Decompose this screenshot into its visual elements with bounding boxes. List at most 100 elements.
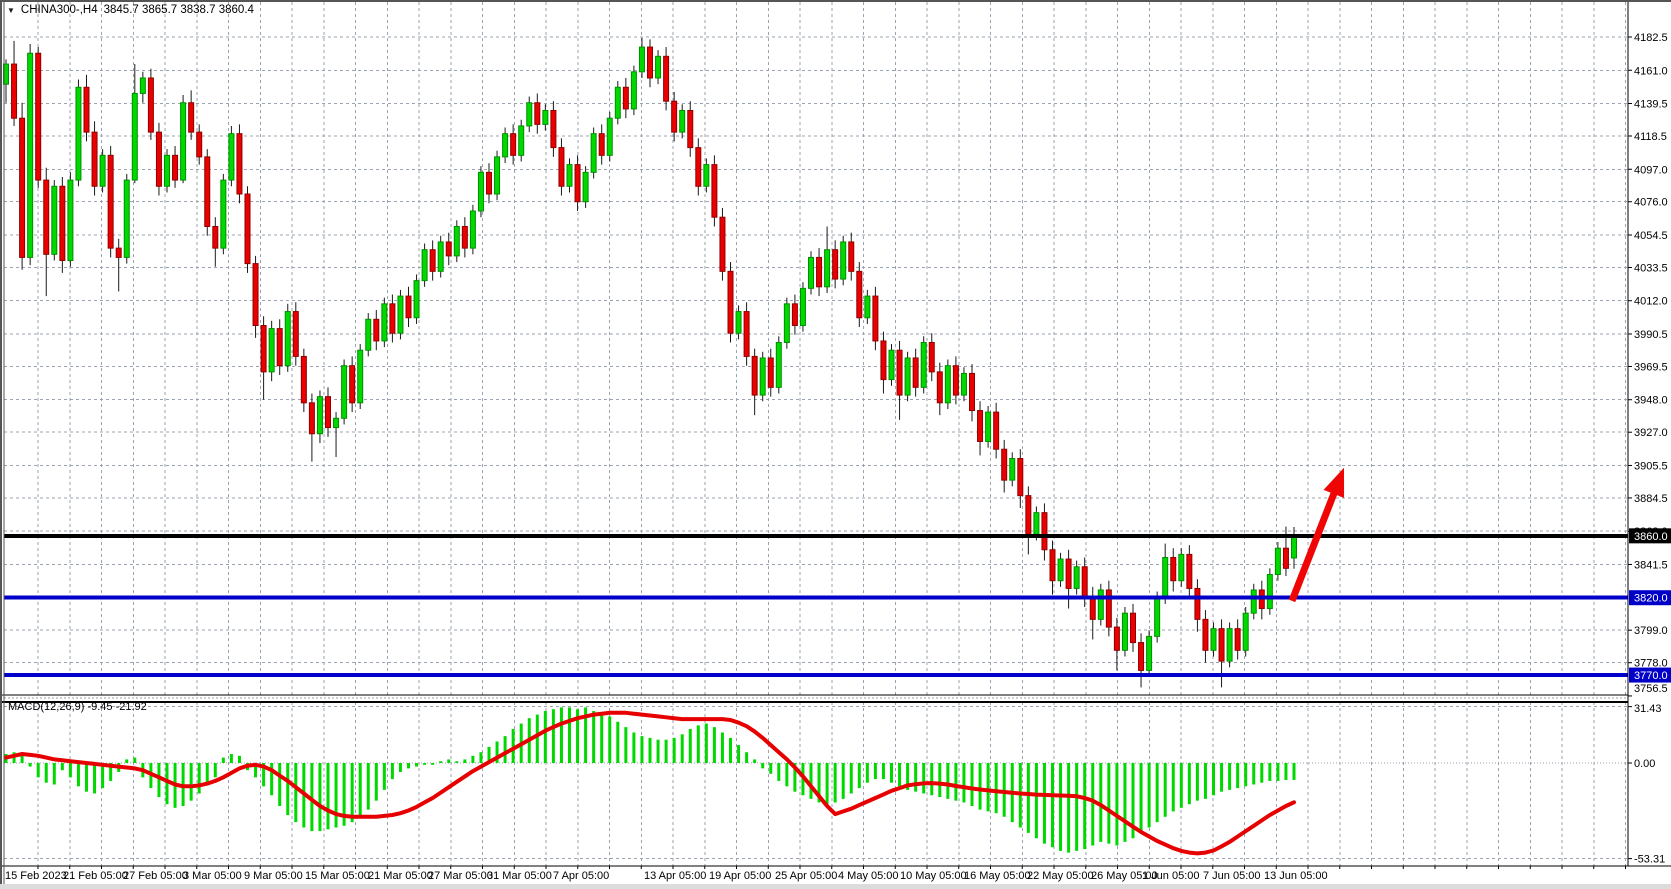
arrow-head[interactable] [1324, 468, 1344, 498]
bear-candle-body [12, 64, 17, 118]
bear-candle-body [728, 271, 733, 333]
bull-candle-body [478, 172, 483, 211]
bear-candle-body [1066, 559, 1071, 588]
bull-candle-body [229, 134, 234, 180]
time-tick-label: 13 Apr 05:00 [644, 870, 706, 882]
time-tick-label: 15 Feb 2023 [5, 870, 67, 882]
bull-candle-body [414, 281, 419, 318]
bear-candle-body [350, 366, 355, 403]
bull-candle-body [776, 342, 781, 387]
bear-candle-body [430, 250, 435, 272]
bull-candle-body [945, 366, 950, 403]
macd-panel [6, 707, 1294, 853]
bull-candle-body [889, 350, 894, 379]
bull-candle-body [342, 366, 347, 419]
hline-price-flag-text: 3820.0 [1634, 593, 1668, 605]
bear-candle-body [301, 356, 306, 402]
price-tick-label: 3990.5 [1634, 329, 1668, 341]
price-axis[interactable]: 4182.54161.04139.54118.54097.04076.04054… [1628, 32, 1671, 696]
bull-candle-body [607, 118, 612, 155]
symbol-dropdown-icon[interactable]: ▼ [7, 6, 15, 15]
candlestick-series [4, 38, 1297, 688]
time-tick-label: 21 Mar 05:00 [368, 870, 433, 882]
bear-candle-body [148, 78, 153, 132]
bear-candle-body [897, 350, 902, 395]
bear-candle-body [672, 101, 677, 132]
bear-candle-body [374, 319, 379, 341]
bear-candle-body [20, 118, 25, 257]
grid-lines [4, 2, 1628, 866]
macd-tick-label: -53.31 [1634, 854, 1665, 866]
bull-candle-body [809, 257, 814, 288]
price-tick-label: 3884.5 [1634, 493, 1668, 505]
price-tick-label: 3969.5 [1634, 361, 1668, 373]
bull-candle-body [615, 87, 620, 118]
time-tick-label: 16 May 05:00 [964, 870, 1031, 882]
bull-candle-body [639, 47, 644, 72]
macd-axis[interactable]: 31.430.00-53.31 [1628, 703, 1665, 866]
bull-candle-body [76, 87, 81, 180]
bull-candle-body [100, 155, 105, 186]
time-tick-label: 31 Mar 05:00 [487, 870, 552, 882]
bull-candle-body [986, 412, 991, 441]
time-tick-label: 1 Jun 05:00 [1142, 870, 1200, 882]
time-tick-label: 4 May 05:00 [838, 870, 899, 882]
bear-candle-body [60, 186, 65, 260]
time-tick-label: 9 Mar 05:00 [244, 870, 303, 882]
bull-candle-body [1179, 554, 1184, 580]
bear-candle-body [1018, 459, 1023, 496]
bear-candle-body [309, 403, 314, 434]
bear-candle-body [535, 103, 540, 125]
window-bottom-frame [0, 884, 1671, 889]
bull-candle-body [181, 103, 186, 180]
bull-candle-body [438, 242, 443, 271]
bull-candle-body [543, 110, 548, 124]
bull-candle-body [454, 226, 459, 255]
bull-candle-body [422, 250, 427, 281]
arrow-shaft[interactable] [1292, 488, 1336, 601]
bear-candle-body [929, 342, 934, 371]
bear-candle-body [1050, 550, 1055, 581]
bear-candle-body [1002, 449, 1007, 480]
price-tick-label: 3948.0 [1634, 395, 1668, 407]
bear-candle-body [213, 226, 218, 248]
bull-candle-body [358, 350, 363, 403]
bull-candle-body [1058, 559, 1063, 581]
bull-candle-body [398, 296, 403, 333]
bear-candle-body [462, 226, 467, 248]
bear-candle-body [84, 87, 89, 132]
time-tick-label: 21 Feb 05:00 [63, 870, 128, 882]
bear-candle-body [1131, 613, 1136, 642]
time-tick-label: 27 Feb 05:00 [123, 870, 188, 882]
bull-candle-body [841, 242, 846, 279]
bear-candle-body [720, 217, 725, 271]
bear-candle-body [406, 296, 411, 318]
bull-candle-body [680, 110, 685, 132]
time-tick-label: 19 Apr 05:00 [709, 870, 771, 882]
hline-price-flag: 3860.0 [1629, 528, 1671, 543]
bull-candle-body [704, 165, 709, 187]
bull-candle-body [28, 53, 33, 257]
bear-candle-body [664, 56, 669, 101]
bull-candle-body [1010, 459, 1015, 481]
bull-candle-body [961, 373, 966, 395]
bear-candle-body [1219, 629, 1224, 661]
bear-candle-body [551, 110, 556, 147]
symbol-info-bar: ▼ CHINA300-,H4 3845.7 3865.7 3838.7 3860… [7, 4, 254, 16]
macd-tick-label: 0.00 [1634, 758, 1655, 770]
bear-candle-body [873, 296, 878, 341]
bear-candle-body [1171, 557, 1176, 580]
bear-candle-body [261, 325, 266, 371]
bull-candle-body [470, 211, 475, 248]
bull-candle-body [221, 180, 226, 248]
bear-candle-body [326, 397, 331, 428]
bear-candle-body [913, 358, 918, 387]
bear-candle-body [559, 148, 564, 187]
bull-candle-body [591, 134, 596, 173]
bear-candle-body [156, 132, 161, 186]
bull-candle-body [1147, 636, 1152, 670]
time-axis[interactable]: 15 Feb 202321 Feb 05:0027 Feb 05:003 Mar… [5, 866, 1626, 882]
price-tick-label: 4182.5 [1634, 32, 1668, 44]
price-tick-label: 4054.5 [1634, 230, 1668, 242]
bear-candle-body [173, 155, 178, 180]
